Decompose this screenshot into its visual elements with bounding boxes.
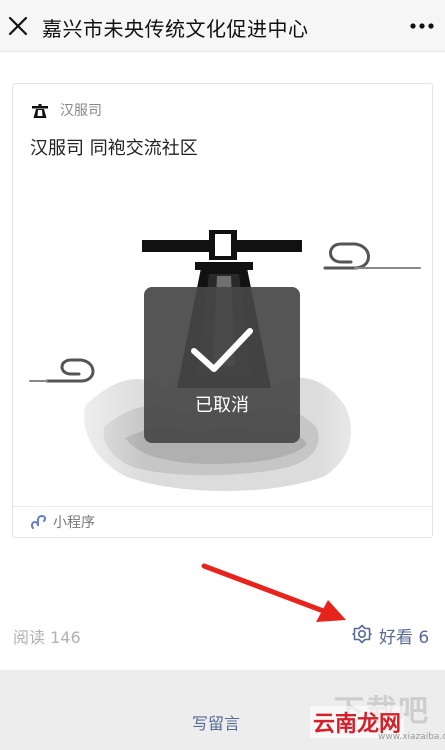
watermark-url: www.xiazaiba.com: [378, 732, 445, 742]
write-comment-button[interactable]: 写留言: [192, 710, 240, 734]
like-label: 好看 6: [379, 628, 430, 648]
page-title: 嘉兴市未央传统文化促进中心: [42, 17, 309, 41]
more-button[interactable]: [397, 0, 445, 52]
more-dots-icon: [410, 23, 434, 29]
card-footer: 小程序: [13, 506, 432, 538]
red-arrow-annotation: [201, 563, 346, 622]
watermark: 下载吧 云南龙网 www.xiazaiba.com: [300, 686, 445, 746]
like-button[interactable]: 好看 6: [352, 621, 440, 648]
toast-text: 已取消: [195, 395, 249, 416]
hanfusi-logo: [32, 104, 48, 118]
article-page: 嘉兴市未央传统文化促进中心 汉服司 汉服司 同袍交流社区 小程序 已取消 阅读 …: [0, 0, 445, 750]
close-icon: [8, 16, 28, 36]
close-button[interactable]: [0, 0, 36, 52]
checkmark-icon: [191, 328, 253, 372]
mini-program-label: 小程序: [53, 515, 95, 531]
card-title: 汉服司 同袍交流社区: [30, 138, 198, 159]
top-bar: 嘉兴市未央传统文化促进中心: [0, 0, 445, 52]
card-source-name: 汉服司: [60, 103, 102, 119]
read-count: 阅读 146: [13, 628, 81, 647]
mini-program-icon: [30, 514, 47, 529]
cancel-toast: 已取消: [144, 287, 300, 443]
